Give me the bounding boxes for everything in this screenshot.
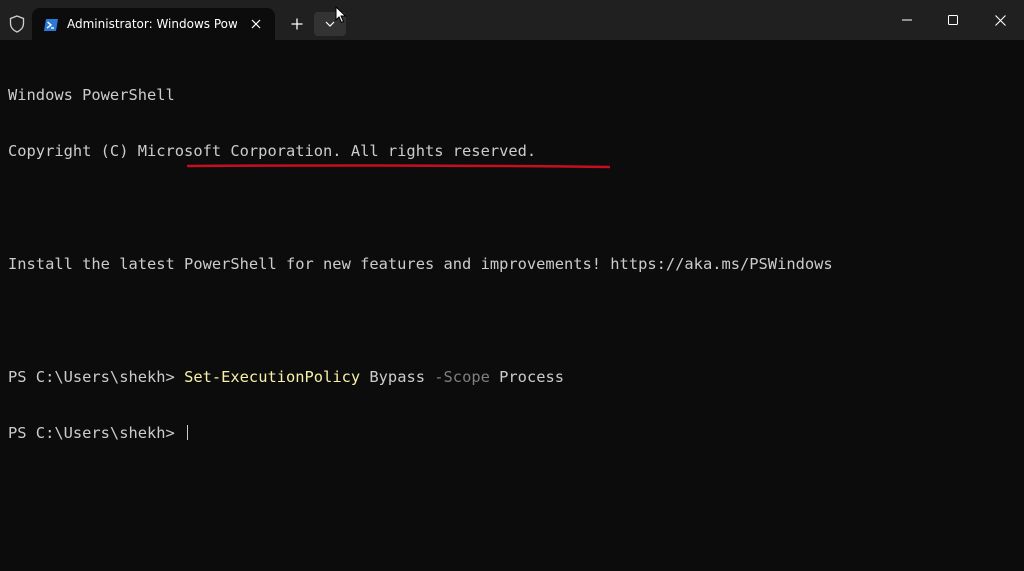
powershell-icon (43, 17, 59, 33)
command-line: PS C:\Users\shekh> Set-ExecutionPolicy B… (8, 368, 1018, 387)
close-icon[interactable] (248, 16, 264, 32)
prompt: PS C:\Users\shekh> (8, 423, 185, 442)
install-line: Install the latest PowerShell for new fe… (8, 254, 833, 273)
terminal-output[interactable]: Windows PowerShell Copyright (C) Microso… (8, 48, 1018, 462)
header-line: Windows PowerShell (8, 85, 175, 104)
chevron-down-icon (325, 21, 335, 27)
cmdlet-text: Set-ExecutionPolicy (184, 367, 361, 386)
close-window-button[interactable] (977, 0, 1023, 40)
argument-text: Bypass (360, 367, 435, 386)
new-tab-button[interactable] (286, 13, 308, 35)
minimize-icon (902, 19, 912, 21)
text-cursor (187, 424, 189, 440)
plus-icon (291, 18, 303, 30)
minimize-button[interactable] (884, 0, 930, 40)
copyright-line: Copyright (C) Microsoft Corporation. All… (8, 141, 537, 160)
argument-text: Process (489, 367, 565, 386)
annotation-underline (187, 164, 610, 169)
maximize-button[interactable] (930, 0, 976, 40)
maximize-icon (948, 15, 958, 25)
shield-icon (6, 13, 28, 35)
parameter-text: -Scope (434, 367, 490, 386)
tab-title: Administrator: Windows PowerShell (67, 17, 237, 31)
title-bar: Administrator: Windows PowerShell (0, 0, 1024, 40)
mouse-pointer-icon (335, 5, 347, 24)
prompt: PS C:\Users\shekh> (8, 367, 185, 386)
tab-powershell[interactable]: Administrator: Windows PowerShell (32, 8, 275, 40)
active-prompt-line[interactable]: PS C:\Users\shekh> (8, 424, 1018, 443)
close-icon (994, 14, 1006, 26)
